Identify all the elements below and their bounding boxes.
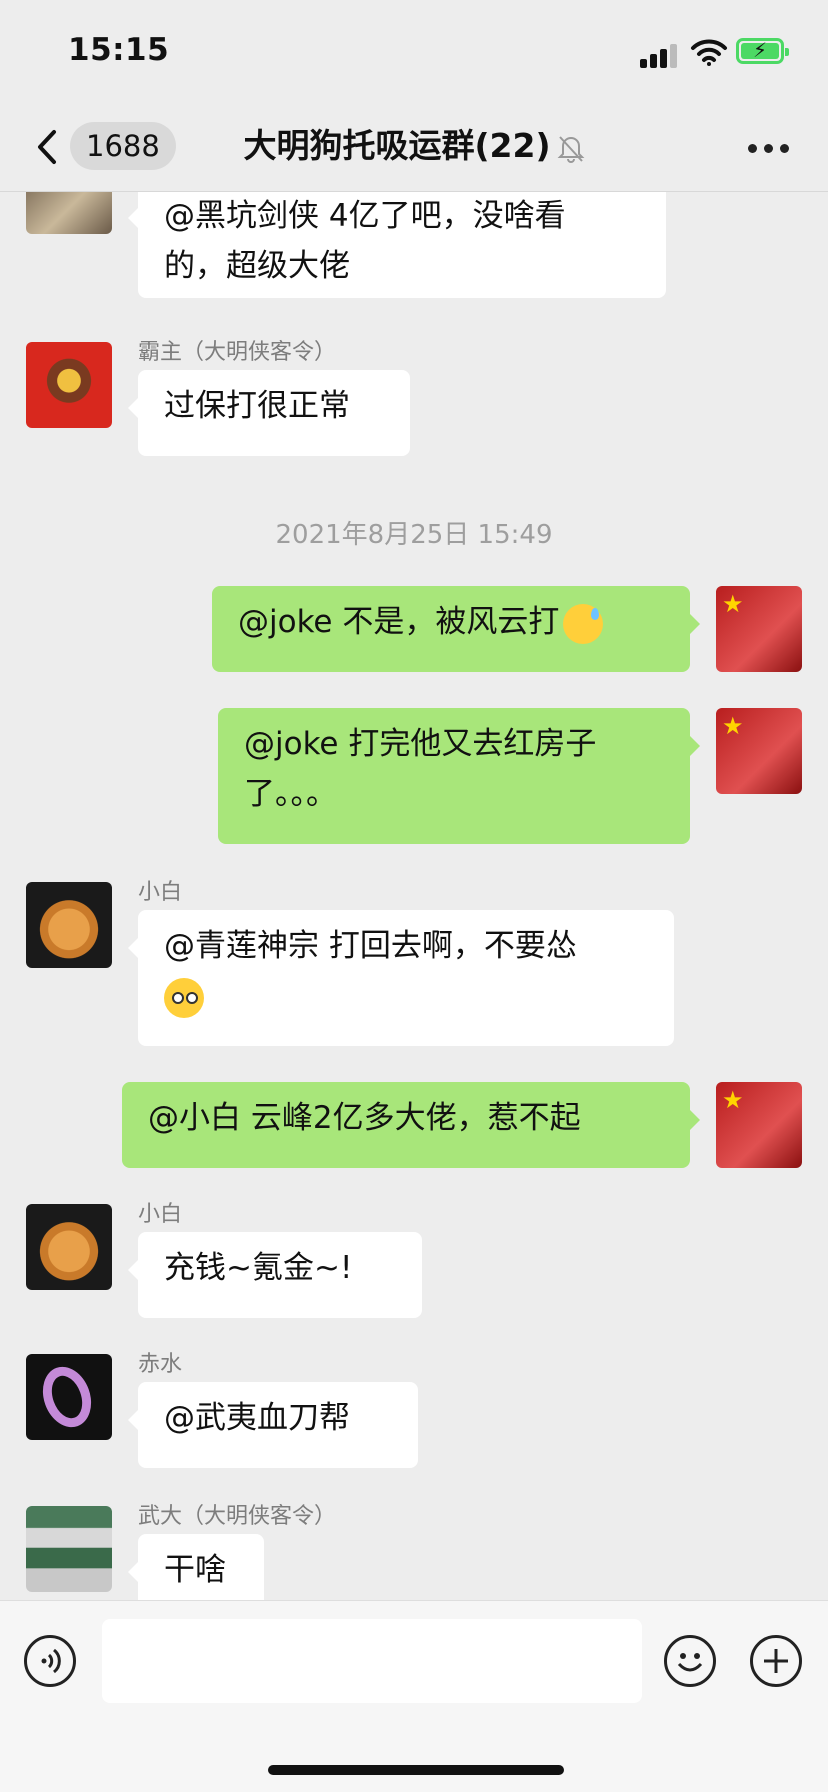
message-bubble[interactable]: @joke 不是，被风云打 [212, 586, 700, 672]
chat-title: 大明狗托吸运群(22) [243, 126, 551, 165]
my-avatar[interactable]: ★ [716, 586, 802, 672]
sender-name: 霸主（大明侠客令） [138, 340, 337, 365]
message-input[interactable] [102, 1619, 642, 1703]
voice-icon[interactable] [24, 1635, 76, 1687]
message-text: 过保打很正常 [164, 388, 350, 424]
avatar[interactable] [26, 882, 112, 968]
avatar[interactable] [26, 1204, 112, 1290]
message-text: 了。。。 [244, 776, 337, 812]
message-bubble[interactable]: @joke 打完他又去红房子 了。。。 [218, 708, 700, 844]
home-indicator [268, 1765, 564, 1775]
message-bubble[interactable]: @黑坑剑侠 4亿了吧，没啥看 的，超级大佬 [128, 192, 666, 298]
message-text: 干啥 [164, 1552, 226, 1588]
status-bar: 15:15 ⚡ [0, 0, 828, 104]
cellular-signal-icon [640, 44, 680, 68]
timestamp: 2021年8月25日 15:49 [275, 520, 553, 550]
my-avatar[interactable]: ★ [716, 1082, 802, 1168]
avatar[interactable] [26, 192, 112, 234]
message-bubble[interactable]: @青莲神宗 打回去啊，不要怂 [128, 910, 674, 1046]
battery-icon: ⚡ [736, 38, 789, 64]
message-bubble[interactable]: 干啥 [128, 1534, 264, 1600]
message-bubble[interactable]: 过保打很正常 [128, 370, 410, 456]
status-time: 15:15 [68, 32, 170, 68]
chat-title-wrap[interactable]: 大明狗托吸运群(22) [0, 122, 828, 170]
pleading-emoji [164, 977, 204, 1018]
message-list[interactable]: @黑坑剑侠 4亿了吧，没啥看 的，超级大佬 霸主（大明侠客令） 过保打很正常 2… [0, 192, 828, 1600]
message-bubble[interactable]: @小白 云峰2亿多大佬，惹不起 [122, 1082, 700, 1168]
sweat-smile-emoji [563, 603, 604, 644]
message-text: @青莲神宗 打回去啊，不要怂 [164, 928, 577, 964]
more-icon[interactable] [748, 144, 790, 154]
message-text: 充钱~氪金~! [164, 1250, 353, 1286]
avatar[interactable] [26, 1354, 112, 1440]
sender-name: 赤水 [138, 1352, 183, 1377]
message-text: 的，超级大佬 [164, 248, 350, 284]
message-bubble[interactable]: 充钱~氪金~! [128, 1232, 422, 1318]
sender-name: 武大（大明侠客令） [138, 1504, 337, 1529]
avatar[interactable] [26, 342, 112, 428]
message-text: @小白 云峰2亿多大佬，惹不起 [148, 1100, 581, 1136]
message-text: @joke 打完他又去红房子 [244, 726, 597, 762]
avatar[interactable] [26, 1506, 112, 1592]
plus-icon[interactable] [750, 1635, 802, 1687]
input-bar [0, 1600, 828, 1792]
sender-name: 小白 [138, 880, 183, 905]
bell-off-icon [557, 135, 584, 163]
chat-header: 1688 大明狗托吸运群(22) [0, 104, 828, 192]
wifi-icon [691, 39, 727, 66]
message-text: @黑坑剑侠 4亿了吧，没啥看 [164, 198, 566, 234]
message-text: @武夷血刀帮 [164, 1400, 350, 1436]
sender-name: 小白 [138, 1202, 183, 1227]
message-text: @joke 不是，被风云打 [238, 604, 560, 640]
my-avatar[interactable]: ★ [716, 708, 802, 794]
emoji-icon[interactable] [664, 1635, 716, 1687]
message-bubble[interactable]: @武夷血刀帮 [128, 1382, 418, 1468]
